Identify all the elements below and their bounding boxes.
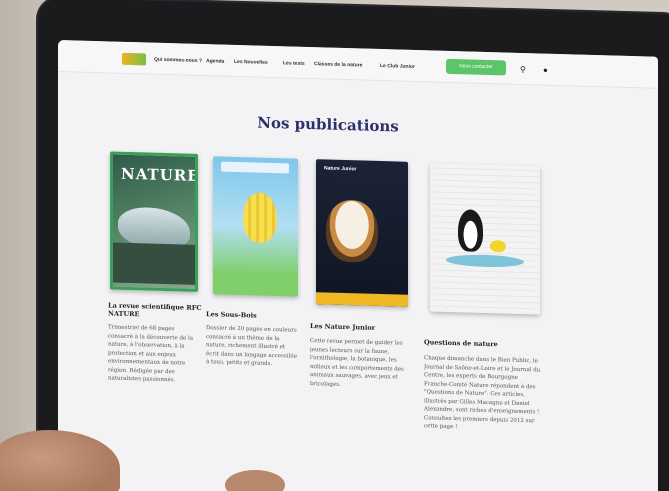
publication-text-3: Cette revue permet de guider les jeunes … <box>310 338 404 388</box>
cover-ice <box>446 253 524 269</box>
publication-title-2[interactable]: Les Sous-Bois <box>206 310 296 321</box>
nav-item-news[interactable]: Les Nouvelles <box>234 59 268 66</box>
cover-mast-junior: Nature Junior <box>324 165 357 173</box>
cover-rocks <box>113 242 195 285</box>
cover-mast-nature: NATURE <box>121 164 198 185</box>
publication-text-4: Chaque dimanche dans le Bien Public, le … <box>424 355 541 431</box>
cover-header <box>221 161 289 174</box>
nav-item-agenda[interactable]: Agenda <box>206 58 224 65</box>
cover-nature-junior[interactable]: Nature Junior <box>316 159 408 307</box>
nav-item-tests[interactable]: Les tests <box>283 60 305 67</box>
cover-balloon-illustration <box>243 192 277 244</box>
publication-title-4[interactable]: Questions de nature <box>424 338 534 349</box>
cover-bird-drawing <box>490 240 506 253</box>
nav-item-nature-classes[interactable]: Classes de la nature <box>314 61 362 68</box>
publication-title-3[interactable]: Les Nature Junior <box>310 322 405 333</box>
contact-button[interactable]: Nous contacter <box>446 58 506 76</box>
site-logo[interactable] <box>122 52 146 66</box>
nav-item-about[interactable]: Qui sommes-nous ? <box>154 57 202 64</box>
cover-sous-bois[interactable] <box>213 156 298 297</box>
publication-title-1[interactable]: La revue scientifique RFC NATURE <box>108 301 203 320</box>
cover-questions-nature[interactable] <box>430 163 540 315</box>
page-title: Nos publications <box>257 113 399 136</box>
search-icon[interactable]: ⚲ <box>520 65 526 74</box>
cover-owl-photo <box>326 199 378 263</box>
cover-band <box>316 292 408 307</box>
publication-text-1: Trimestriel de 68 pages consacré à la dé… <box>108 324 194 384</box>
publication-text-2: Dossier de 20 pages en couleurs consacré… <box>206 325 297 367</box>
laptop-screen: Qui sommes-nous ? Agenda Les Nouvelles L… <box>58 40 658 491</box>
cover-rfc-nature[interactable]: NATURE <box>110 151 198 292</box>
user-icon[interactable]: ● <box>543 66 548 75</box>
cover-penguin-drawing <box>458 209 483 252</box>
nav-item-junior-club[interactable]: Le Club Junior <box>380 63 415 70</box>
